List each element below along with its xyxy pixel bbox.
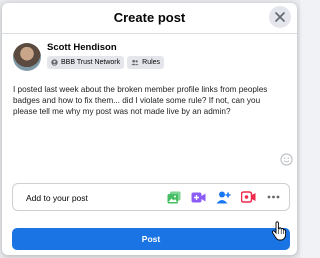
close-button[interactable] [269,6,291,28]
rules-label: Rules [142,59,161,66]
emoji-icon [280,153,293,166]
author-name[interactable]: Scott Hendison [47,42,117,53]
author-row: Scott Hendison BBB Trust Network Rules [13,41,273,77]
photo-video-icon[interactable] [166,189,181,205]
rules-button[interactable]: Rules [127,56,165,69]
emoji-button[interactable] [280,153,293,166]
avatar[interactable] [13,43,41,71]
audience-label: BBB Trust Network [61,59,121,66]
tag-people-icon[interactable] [216,189,231,205]
post-text-input[interactable]: I posted last week about the broken memb… [13,84,285,117]
video-icon[interactable] [191,189,206,205]
audience-selector[interactable]: BBB Trust Network [47,56,125,69]
group-icon [51,59,58,66]
people-icon [131,59,139,66]
add-to-post-bar: Add to your post [12,183,290,211]
add-to-post-icons [166,189,281,205]
close-icon [275,12,285,22]
create-post-dialog: Create post Scott Hendison BBB Trust Net… [2,3,297,255]
dialog-header: Create post [2,3,297,34]
dialog-title: Create post [113,10,186,25]
more-icon[interactable] [266,189,281,205]
audience-chips: BBB Trust Network Rules [47,56,165,69]
live-video-icon[interactable] [241,189,256,205]
add-to-post-label: Add to your post [26,193,88,203]
post-button[interactable]: Post [12,228,290,250]
hand-cursor-icon [271,221,287,241]
